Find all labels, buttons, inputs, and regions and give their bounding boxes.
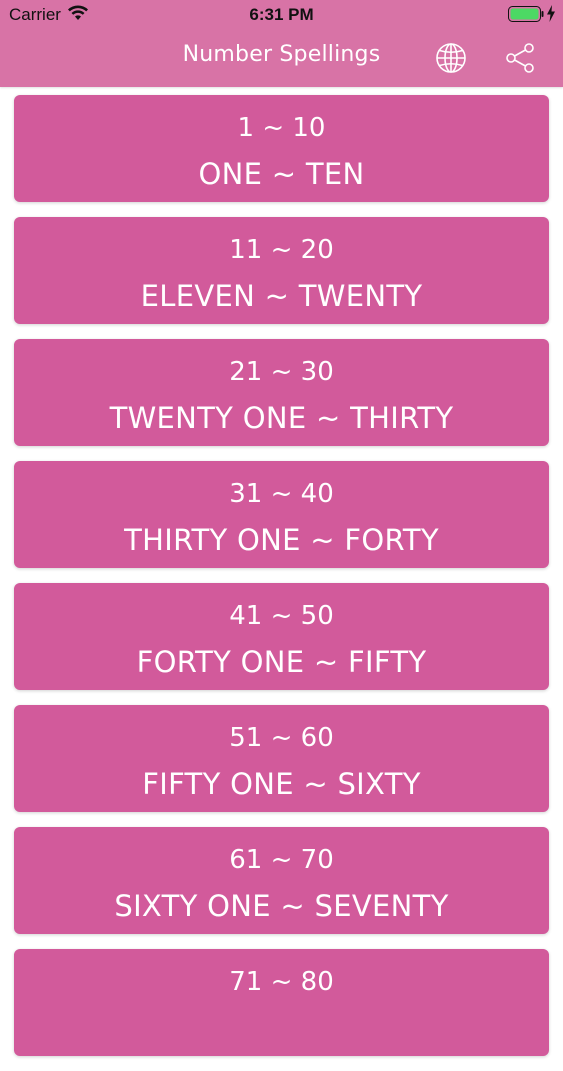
card-range-label: 51 ~ 60	[229, 723, 334, 753]
navigation-bar: Number Spellings	[0, 30, 563, 87]
card-range-label: 41 ~ 50	[229, 601, 334, 631]
card-words-label: TWENTY ONE ~ THIRTY	[109, 401, 454, 435]
share-icon	[506, 43, 534, 73]
card-words-label: ONE ~ TEN	[198, 157, 365, 191]
card-words-label: FORTY ONE ~ FIFTY	[136, 645, 427, 679]
range-card-1-10[interactable]: 1 ~ 10 ONE ~ TEN	[14, 95, 549, 202]
share-button[interactable]	[503, 41, 537, 75]
range-card-11-20[interactable]: 11 ~ 20 ELEVEN ~ TWENTY	[14, 217, 549, 324]
number-range-list: 1 ~ 10 ONE ~ TEN 11 ~ 20 ELEVEN ~ TWENTY…	[14, 95, 549, 1071]
globe-icon	[436, 43, 466, 73]
range-card-51-60[interactable]: 51 ~ 60 FIFTY ONE ~ SIXTY	[14, 705, 549, 812]
range-card-71-80[interactable]: 71 ~ 80	[14, 949, 549, 1056]
card-range-label: 71 ~ 80	[229, 967, 334, 997]
card-words-label: ELEVEN ~ TWENTY	[140, 279, 423, 313]
card-range-label: 31 ~ 40	[229, 479, 334, 509]
range-card-41-50[interactable]: 41 ~ 50 FORTY ONE ~ FIFTY	[14, 583, 549, 690]
card-words-label: FIFTY ONE ~ SIXTY	[142, 767, 421, 801]
charging-bolt-icon	[547, 5, 555, 22]
card-range-label: 1 ~ 10	[237, 113, 326, 143]
card-words-label: SIXTY ONE ~ SEVENTY	[114, 889, 449, 923]
card-words-label: THIRTY ONE ~ FORTY	[124, 523, 439, 557]
range-card-61-70[interactable]: 61 ~ 70 SIXTY ONE ~ SEVENTY	[14, 827, 549, 934]
card-range-label: 11 ~ 20	[229, 235, 334, 265]
clock-time: 6:31 PM	[249, 5, 314, 24]
card-range-label: 61 ~ 70	[229, 845, 334, 875]
card-range-label: 21 ~ 30	[229, 357, 334, 387]
status-bar: Carrier 6:31 PM	[0, 0, 563, 30]
top-bar: Carrier 6:31 PM Number Spellings	[0, 0, 563, 87]
range-card-31-40[interactable]: 31 ~ 40 THIRTY ONE ~ FORTY	[14, 461, 549, 568]
language-globe-button[interactable]	[434, 41, 468, 75]
battery-icon	[508, 6, 544, 22]
page-title: Number Spellings	[182, 42, 381, 67]
range-card-21-30[interactable]: 21 ~ 30 TWENTY ONE ~ THIRTY	[14, 339, 549, 446]
